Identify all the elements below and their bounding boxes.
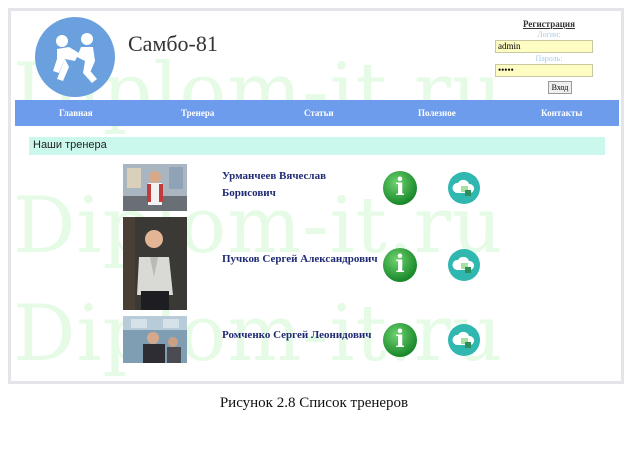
wrestlers-icon	[53, 33, 97, 83]
coach-photo[interactable]	[123, 217, 187, 310]
coach-photo[interactable]	[123, 316, 187, 363]
cloud-contact-icon[interactable]	[448, 324, 480, 356]
info-icon[interactable]: i	[383, 248, 417, 282]
section-header: Наши тренера	[29, 137, 605, 155]
login-input[interactable]: admin	[495, 40, 593, 53]
coach-name[interactable]: Ромченко Сергей Леонидович	[222, 327, 392, 344]
cloud-contact-icon[interactable]	[448, 172, 480, 204]
figure-caption: Рисунок 2.8 Список тренеров	[219, 395, 409, 411]
coach-name[interactable]: Пучков Сергей Александрович	[222, 251, 392, 268]
login-label: Логин:	[537, 30, 561, 39]
site-logo[interactable]	[35, 17, 115, 97]
nav-item-home[interactable]: Главная	[59, 108, 93, 118]
nav-item-articles[interactable]: Статьи	[304, 108, 334, 118]
login-form: Регистрация Логин: admin Пароль: ••••• В…	[489, 19, 609, 95]
register-link[interactable]: Регистрация	[489, 19, 609, 29]
coach-name[interactable]: Урманчеев Вячеслав Борисович	[222, 168, 372, 202]
page-frame: Diplom-it.ru Diplom-it.ru Diplom-it.ru С…	[8, 8, 624, 384]
info-icon[interactable]: i	[383, 171, 417, 205]
cloud-contact-icon[interactable]	[448, 249, 480, 281]
nav-item-coaches[interactable]: Тренера	[181, 108, 214, 118]
password-label: Пароль:	[535, 54, 563, 63]
main-nav: Главная Тренера Статьи Полезное Контакты	[15, 100, 619, 126]
nav-item-contacts[interactable]: Контакты	[541, 108, 582, 118]
coach-photo[interactable]	[123, 164, 187, 211]
site-title: Самбо-81	[128, 31, 218, 56]
info-icon[interactable]: i	[383, 323, 417, 357]
nav-item-useful[interactable]: Полезное	[418, 108, 456, 118]
section-title: Наши тренера	[33, 139, 107, 151]
password-input[interactable]: •••••	[495, 64, 593, 77]
login-button[interactable]: Вход	[547, 81, 573, 94]
